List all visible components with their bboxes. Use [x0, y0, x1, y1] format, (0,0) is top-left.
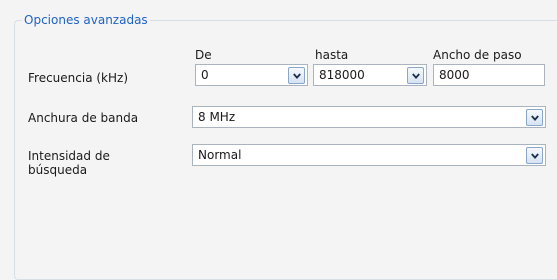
bandwidth-label: Anchura de banda — [28, 111, 139, 125]
header-to: hasta — [315, 48, 349, 62]
intensity-dropdown-button[interactable] — [526, 147, 543, 164]
chevron-down-icon — [530, 114, 539, 121]
frequency-step-value: 8000 — [439, 68, 470, 82]
chevron-down-icon — [292, 72, 301, 79]
header-step: Ancho de paso — [433, 48, 522, 62]
frequency-to-value: 818000 — [319, 68, 365, 82]
frequency-label: Frecuencia (kHz) — [28, 71, 129, 85]
bandwidth-dropdown-button[interactable] — [526, 109, 543, 126]
frequency-step-input[interactable]: 8000 — [433, 64, 545, 86]
chevron-down-icon — [530, 152, 539, 159]
frequency-from-dropdown-button[interactable] — [288, 67, 305, 84]
frequency-from-value: 0 — [201, 68, 209, 82]
bandwidth-select[interactable]: 8 MHz — [192, 106, 546, 128]
intensity-select[interactable]: Normal — [192, 144, 546, 166]
intensity-value: Normal — [198, 148, 242, 162]
frequency-to-dropdown-button[interactable] — [407, 67, 424, 84]
intensity-label-line1: Intensidad de — [28, 149, 110, 163]
header-from: De — [195, 48, 212, 62]
intensity-label-line2: búsqueda — [28, 163, 88, 177]
group-title: Opciones avanzadas — [22, 13, 150, 27]
chevron-down-icon — [411, 72, 420, 79]
bandwidth-value: 8 MHz — [198, 110, 236, 124]
